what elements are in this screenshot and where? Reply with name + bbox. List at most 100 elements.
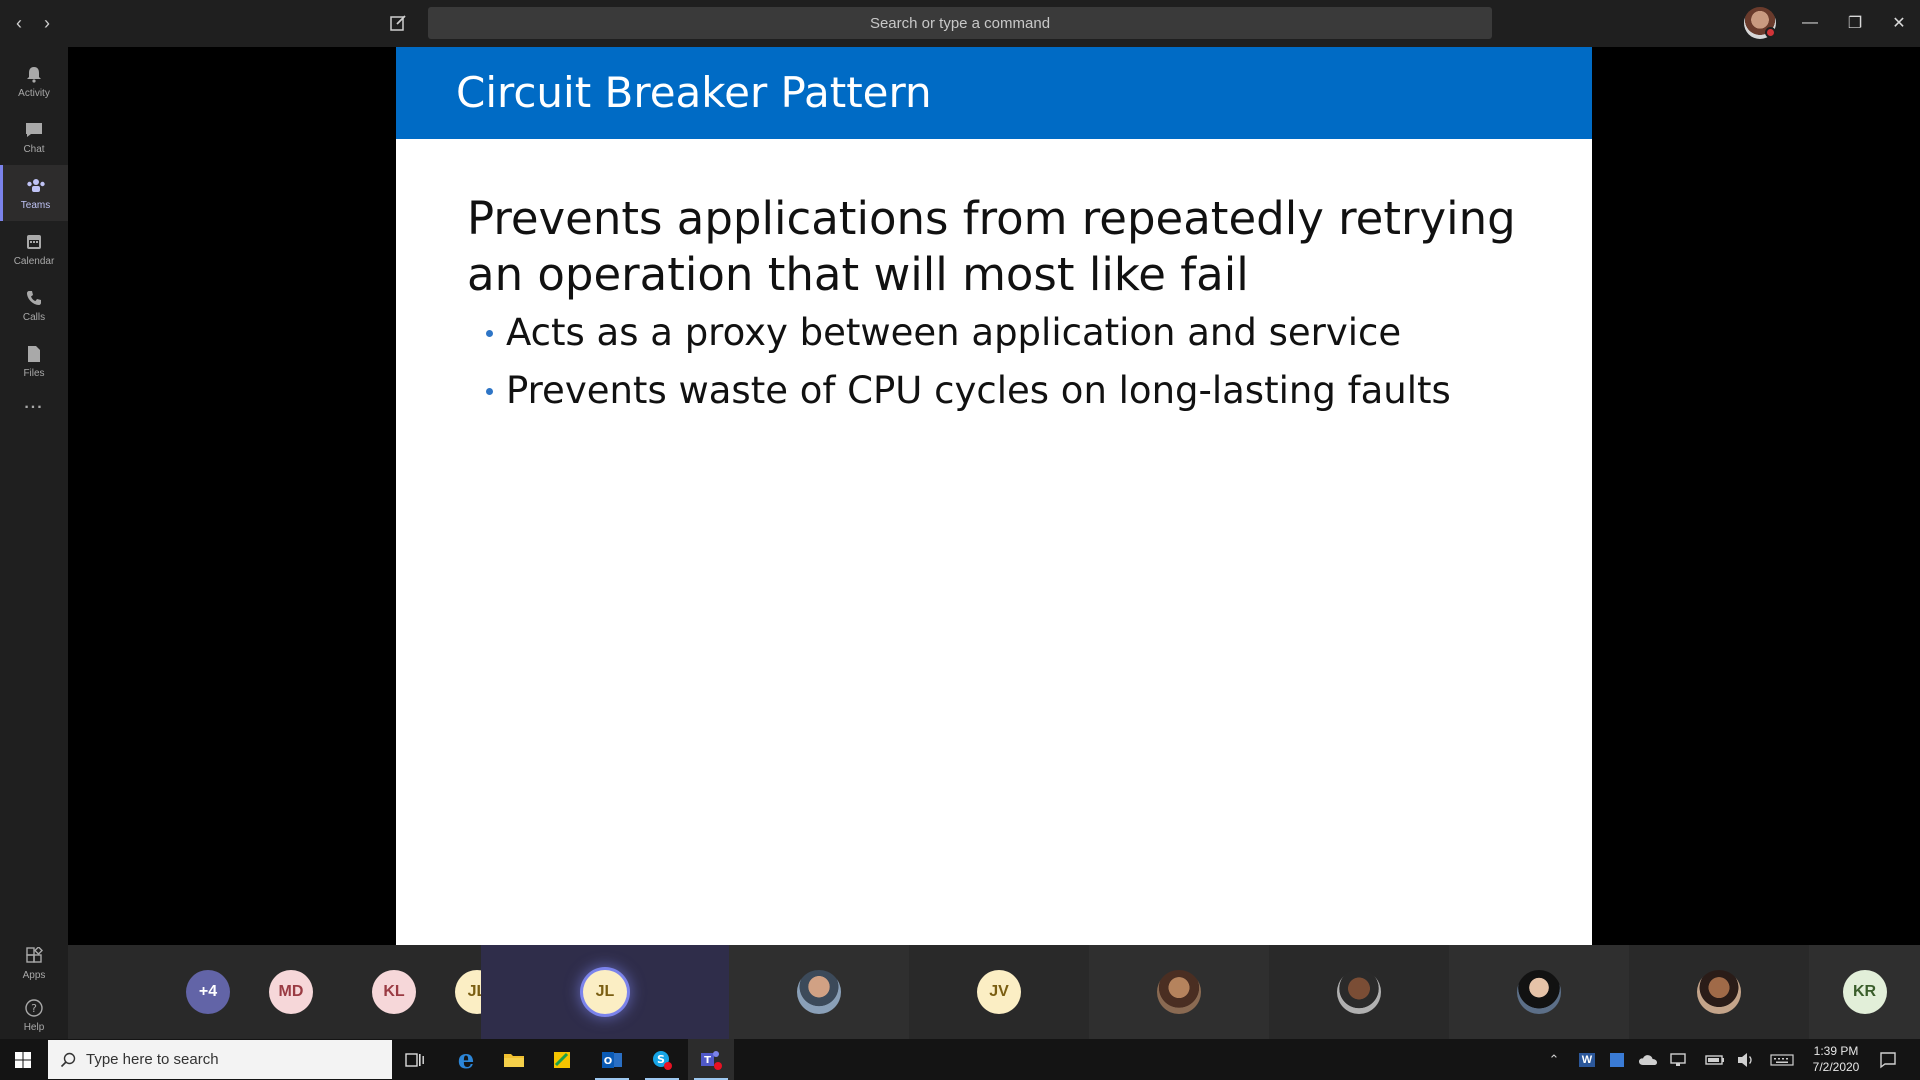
app-icon: [1610, 1052, 1624, 1067]
participant-tile[interactable]: KL: [354, 945, 434, 1039]
participant-tile[interactable]: [729, 945, 909, 1039]
avatar: [1517, 970, 1561, 1014]
outlook-app-button[interactable]: O: [589, 1039, 635, 1080]
back-button[interactable]: ‹: [6, 10, 32, 36]
notification-icon: [1880, 1051, 1896, 1068]
slide-header-band: Circuit Breaker Pattern: [396, 47, 1592, 139]
clock-date: 7/2/2020: [1812, 1060, 1860, 1074]
onenote-app-button[interactable]: [539, 1039, 585, 1080]
outlook-icon: O: [602, 1051, 622, 1068]
participant-overflow[interactable]: +4: [168, 945, 248, 1039]
chevron-up-icon: ⌃: [1548, 1051, 1560, 1067]
participant-tile[interactable]: JV: [909, 945, 1089, 1039]
taskbar-search-placeholder: Type here to search: [86, 1051, 219, 1068]
network-tray-icon[interactable]: [1666, 1039, 1690, 1080]
word-tray-icon[interactable]: W: [1575, 1039, 1599, 1080]
title-bar: ‹ › Search or type a command — ❐ ✕: [0, 0, 1920, 47]
rail-label: Apps: [22, 970, 46, 981]
volume-tray-icon[interactable]: [1734, 1039, 1758, 1080]
bell-icon: [23, 63, 45, 85]
restore-button[interactable]: ❐: [1832, 8, 1878, 38]
rail-item-chat[interactable]: Chat: [0, 109, 68, 165]
avatar: JL: [583, 970, 627, 1014]
rail-label: Activity: [18, 88, 50, 99]
keyboard-tray-icon[interactable]: [1767, 1039, 1797, 1080]
keyboard-icon: [1770, 1053, 1794, 1066]
show-hidden-icons-button[interactable]: ⌃: [1542, 1039, 1566, 1080]
skype-icon: S: [653, 1050, 672, 1070]
forward-button[interactable]: ›: [34, 10, 60, 36]
file-explorer-button[interactable]: [491, 1039, 537, 1080]
start-button[interactable]: [0, 1039, 46, 1080]
close-button[interactable]: ✕: [1876, 8, 1920, 38]
taskbar-search-input[interactable]: Type here to search: [48, 1040, 392, 1079]
avatar: KL: [372, 970, 416, 1014]
minimize-button[interactable]: —: [1787, 8, 1833, 38]
slide-bullet: Prevents waste of CPU cycles on long-las…: [486, 367, 1451, 415]
avatar: MD: [269, 970, 313, 1014]
edge-icon: e: [457, 1044, 475, 1075]
avatar: [1157, 970, 1201, 1014]
edge-app-button[interactable]: e: [443, 1039, 489, 1080]
participant-tile[interactable]: [1629, 945, 1809, 1039]
restore-icon: ❐: [1847, 15, 1863, 32]
avatar: JV: [977, 970, 1021, 1014]
participant-tile-speaking[interactable]: JL: [481, 945, 729, 1039]
teams-app-button[interactable]: T: [688, 1039, 734, 1080]
participant-tile[interactable]: [1449, 945, 1629, 1039]
participant-tile[interactable]: KR: [1809, 945, 1920, 1039]
presentation-slide: Circuit Breaker Pattern Prevents applica…: [396, 47, 1592, 945]
command-search-input[interactable]: Search or type a command: [428, 7, 1492, 39]
clock[interactable]: 1:39 PM 7/2/2020: [1808, 1043, 1864, 1075]
cloud-icon: [1639, 1054, 1657, 1065]
rail-item-files[interactable]: Files: [0, 333, 68, 389]
rail-item-teams[interactable]: Teams: [0, 165, 68, 221]
battery-tray-icon[interactable]: [1703, 1039, 1727, 1080]
avatar: [1337, 970, 1381, 1014]
bullet-icon: [486, 387, 493, 395]
more-icon: ...: [24, 395, 44, 412]
search-icon: [60, 1052, 76, 1067]
avatar: KR: [1842, 970, 1887, 1014]
more-apps-button[interactable]: ...: [0, 384, 68, 424]
rail-label: Files: [23, 368, 45, 379]
close-icon: ✕: [1892, 15, 1906, 32]
volume-icon: [1738, 1052, 1752, 1067]
rail-item-activity[interactable]: Activity: [0, 53, 68, 109]
skype-app-button[interactable]: S: [639, 1039, 685, 1080]
task-view-icon: [405, 1052, 424, 1067]
participant-tile[interactable]: MD: [251, 945, 331, 1039]
chevron-left-icon: ‹: [16, 12, 22, 33]
participant-tile[interactable]: [1089, 945, 1269, 1039]
rail-label: Calendar: [13, 256, 55, 267]
participant-tile[interactable]: [1269, 945, 1449, 1039]
svg-text:S: S: [657, 1053, 665, 1066]
avatar: [797, 970, 841, 1014]
battery-icon: [1705, 1054, 1724, 1065]
windows-taskbar: Type here to search e O S T ⌃ W 1:39 PM …: [0, 1039, 1920, 1080]
avatar: [1697, 970, 1741, 1014]
action-center-button[interactable]: [1874, 1039, 1902, 1080]
new-chat-button[interactable]: [385, 10, 411, 36]
search-placeholder: Search or type a command: [869, 14, 1051, 32]
rail-label: Help: [23, 1022, 45, 1033]
svg-text:?: ?: [31, 1002, 37, 1015]
rail-item-help[interactable]: ? Help: [0, 991, 68, 1039]
chat-icon: [23, 119, 45, 141]
rail-item-calls[interactable]: Calls: [0, 277, 68, 333]
status-badge: [1765, 27, 1776, 38]
svg-text:T: T: [704, 1055, 711, 1066]
teams-icon: [25, 175, 47, 197]
word-icon: W: [1578, 1052, 1596, 1067]
task-view-button[interactable]: [392, 1039, 438, 1080]
onedrive-tray-icon[interactable]: [1636, 1039, 1660, 1080]
rail-label: Calls: [22, 312, 46, 323]
calendar-icon: [23, 231, 45, 253]
tray-app-icon[interactable]: [1605, 1039, 1629, 1080]
bullet-text: Acts as a proxy between application and …: [506, 311, 1402, 354]
app-icon: [554, 1051, 570, 1068]
rail-item-calendar[interactable]: Calendar: [0, 221, 68, 277]
rail-item-apps[interactable]: Apps: [0, 935, 68, 991]
apps-icon: [23, 945, 45, 967]
chevron-right-icon: ›: [44, 12, 50, 33]
